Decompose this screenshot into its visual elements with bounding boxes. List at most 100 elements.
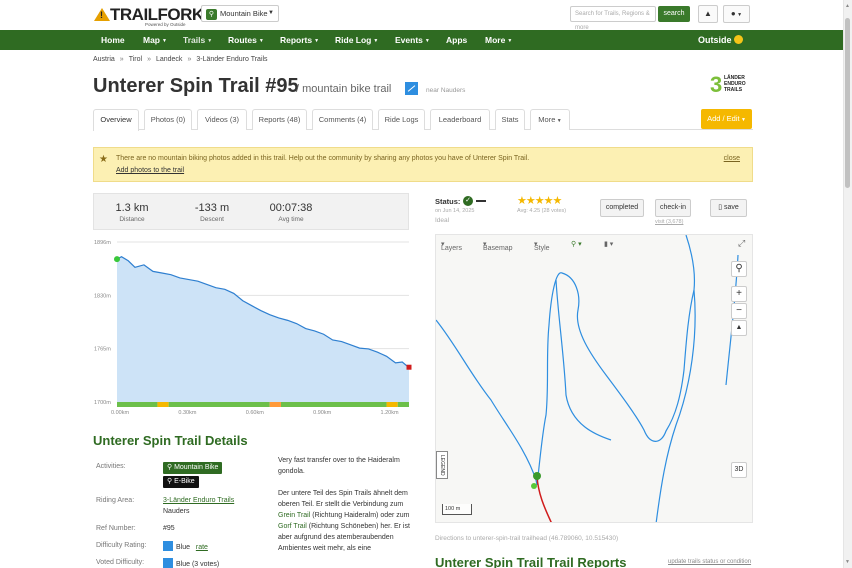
- chart-y-tick-label: 1700m: [94, 400, 111, 406]
- rating-stars[interactable]: ★★★★★: [517, 194, 562, 207]
- breadcrumb: Austria » Tirol » Landeck » 3-Länder Enduro Tr…: [93, 56, 268, 63]
- difficulty-value: Blue rate: [163, 541, 208, 551]
- add-edit-button[interactable]: Add / Edit ▼: [701, 109, 752, 129]
- compass-button[interactable]: ▲: [731, 320, 747, 336]
- status-date: on Jun 14, 2025: [435, 208, 475, 214]
- visits-link[interactable]: visit (3,678): [655, 219, 683, 225]
- user-menu-button[interactable]: ● ▼: [723, 5, 750, 23]
- activity-badge-ebike[interactable]: ⚲ E-Bike: [163, 476, 199, 488]
- trailforks-logo-icon[interactable]: [94, 8, 110, 21]
- scroll-down-icon[interactable]: ▼: [845, 559, 850, 565]
- add-edit-label: Add / Edit: [707, 114, 740, 123]
- breadcrumb-item[interactable]: Tirol: [129, 56, 142, 63]
- trail-map[interactable]: Layers ▾ Basemap ▾ Style ▾ ⚲ ▾ ▮ ▾ ⤢ ⚲ +…: [435, 234, 753, 523]
- zoom-out-button[interactable]: −: [731, 303, 747, 319]
- tab-reports[interactable]: Reports (48): [252, 109, 307, 130]
- tab-comments[interactable]: Comments (4): [312, 109, 373, 130]
- map-trail-line: [436, 319, 538, 486]
- no-photos-alert: ★ There are no mountain biking photos ad…: [93, 147, 753, 182]
- chart-gradient-segment: [157, 402, 169, 407]
- chart-x-tick-label: 0.60km: [246, 410, 264, 416]
- riding-area-label: Riding Area:: [96, 497, 135, 504]
- nav-ride-log[interactable]: Ride Log ▼: [335, 30, 378, 50]
- description-paragraph: Very fast transfer over to the Haideralm…: [278, 457, 400, 475]
- chevron-down-icon: ▼: [555, 118, 562, 124]
- outside-dot-icon: [733, 35, 743, 44]
- nav-more[interactable]: More ▼: [485, 30, 512, 50]
- zoom-in-button[interactable]: +: [731, 286, 747, 302]
- nav-routes[interactable]: Routes ▼: [228, 30, 264, 50]
- status-ok-icon: ✓: [463, 196, 473, 206]
- compass-icon: ▲: [735, 324, 743, 331]
- page-title: Unterer Spin Trail #95: [93, 75, 299, 97]
- check-in-button[interactable]: check-in: [655, 199, 691, 217]
- pin-icon: ⚲: [735, 263, 743, 274]
- add-photos-link[interactable]: Add photos to the trail: [116, 167, 184, 174]
- activities-label: Activities:: [96, 463, 126, 470]
- locate-pin-button[interactable]: ⚲: [731, 261, 747, 277]
- chart-gradient-segment: [269, 402, 281, 407]
- completed-button[interactable]: completed: [600, 199, 644, 217]
- tab-videos[interactable]: Videos (3): [197, 109, 247, 130]
- notifications-button[interactable]: ▲: [698, 5, 718, 23]
- directions-link[interactable]: Directions to unterer-spin-trail trailhe…: [435, 535, 618, 542]
- nav-label: Events: [395, 35, 423, 45]
- riding-area-link[interactable]: 3-Länder Enduro Trails: [163, 497, 234, 504]
- rate-link[interactable]: rate: [196, 544, 208, 551]
- scrollbar-thumb[interactable]: [845, 18, 850, 188]
- search-button[interactable]: search: [658, 6, 690, 22]
- outside-logo[interactable]: Outside: [698, 30, 743, 50]
- star-icon: ★: [99, 154, 108, 165]
- save-button[interactable]: ▯ save: [710, 199, 747, 217]
- plus-icon: +: [736, 288, 742, 299]
- tab-ride-logs[interactable]: Ride Logs: [378, 109, 425, 130]
- activity-badge-mountain-bike[interactable]: ⚲ Mountain Bike: [163, 462, 223, 474]
- nav-events[interactable]: Events ▼: [395, 30, 430, 50]
- chart-y-tick-label: 1896m: [94, 240, 111, 246]
- activity-select[interactable]: ⚲ Mountain Bike ▼: [201, 5, 279, 22]
- map-legend-tab[interactable]: LEGEND: [436, 451, 448, 479]
- details-heading: Unterer Spin Trail Details: [93, 433, 248, 448]
- nav-label: Reports: [280, 35, 313, 45]
- status-condition: Ideal: [435, 217, 450, 224]
- nav-home[interactable]: Home: [101, 30, 125, 50]
- stat-descent-value: -133 m: [194, 202, 230, 214]
- tab-overview[interactable]: Overview: [93, 109, 139, 131]
- rating-average[interactable]: Avg: 4.25 (28 votes): [517, 208, 566, 214]
- gorf-trail-link[interactable]: Gorf Trail: [278, 523, 307, 530]
- ref-number-value: #95: [163, 525, 175, 532]
- search-input[interactable]: Search for Trails, Regions & more: [570, 6, 656, 31]
- nav-map[interactable]: Map ▼: [143, 30, 167, 50]
- tab-leaderboard[interactable]: Leaderboard: [430, 109, 490, 130]
- nav-reports[interactable]: Reports ▼: [280, 30, 319, 50]
- nav-apps[interactable]: Apps: [446, 30, 467, 50]
- breadcrumb-item[interactable]: 3-Länder Enduro Trails: [196, 56, 267, 63]
- voted-difficulty-text: Blue (3 votes): [176, 561, 220, 568]
- bike-icon: ⚲: [206, 8, 217, 20]
- map-canvas: [436, 235, 739, 522]
- chart-x-tick-label: 0.30km: [178, 410, 196, 416]
- update-status-link[interactable]: update trails status or condition: [668, 559, 751, 565]
- breadcrumb-separator: »: [187, 56, 192, 63]
- tab-more[interactable]: More ▼: [530, 109, 570, 130]
- chevron-down-icon: ▼: [739, 117, 746, 123]
- description-paragraph-de: Der untere Teil des Spin Trails ähnelt d…: [278, 488, 413, 554]
- elevation-chart[interactable]: 1896m 1830m 1765m 1700m 0.00km 0.30km 0.60km 0.…: [93, 236, 413, 418]
- map-selected-trail: [536, 475, 552, 522]
- alert-close-link[interactable]: close: [724, 155, 740, 162]
- riding-area-logo[interactable]: 3 LÄNDER ENDURO TRAILS: [710, 72, 752, 98]
- nav-trails[interactable]: Trails ▼: [183, 30, 212, 50]
- riding-area-logo-number: 3: [710, 72, 723, 97]
- difficulty-label: Difficulty Rating:: [96, 542, 147, 549]
- near-location[interactable]: near Nauders: [426, 87, 465, 94]
- tab-stats[interactable]: Stats: [495, 109, 525, 130]
- map-trailhead-marker: [533, 472, 541, 480]
- nav-label: More: [485, 35, 506, 45]
- scroll-up-icon[interactable]: ▲: [845, 3, 850, 9]
- stat-avgtime-value: 00:07:38: [269, 202, 313, 214]
- tab-photos[interactable]: Photos (0): [144, 109, 192, 130]
- 3d-button[interactable]: 3D: [731, 462, 747, 478]
- grein-trail-link[interactable]: Grein Trail: [278, 512, 310, 519]
- breadcrumb-item[interactable]: Austria: [93, 56, 115, 63]
- breadcrumb-item[interactable]: Landeck: [156, 56, 182, 63]
